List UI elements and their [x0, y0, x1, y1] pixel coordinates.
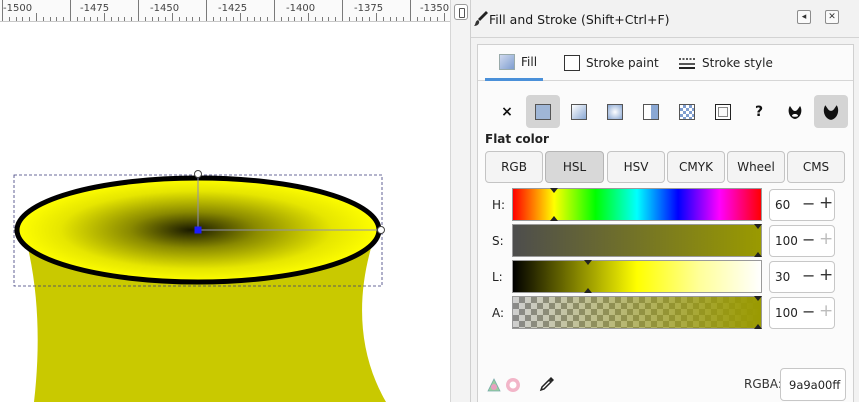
alpha-decrement-button[interactable]: −	[802, 302, 815, 321]
color-mode-cmyk[interactable]: CMYK	[667, 151, 725, 183]
alpha-slider[interactable]	[512, 296, 762, 329]
lightness-slider[interactable]	[512, 260, 762, 293]
lightness-spinbox[interactable]: 30 − +	[769, 261, 835, 293]
mesh-gradient-icon	[643, 103, 659, 120]
tab-fill-label: Fill	[521, 54, 538, 69]
collapse-dialog-button[interactable]: ◂	[797, 10, 811, 24]
gradient-center-handle[interactable]	[194, 226, 202, 234]
fill-rule-evenodd-icon	[788, 105, 802, 119]
color-managed-icon[interactable]	[505, 377, 521, 393]
hue-slider[interactable]	[512, 188, 762, 221]
brush-icon	[474, 11, 488, 26]
lightness-value[interactable]: 30	[775, 270, 790, 284]
eyedropper-icon[interactable]	[538, 375, 556, 393]
flat-color-label: Flat color	[485, 132, 549, 146]
canvas-area[interactable]: -1500 -1475 -1450 -1425 -1400 -1375 -135…	[0, 0, 450, 402]
saturation-slider-marker[interactable]	[754, 252, 762, 257]
fill-stroke-panel: Fill Stroke paint Stroke style × ? Flat …	[477, 44, 854, 402]
hue-decrement-button[interactable]: −	[802, 194, 815, 213]
fill-rule-nonzero-icon	[823, 104, 839, 120]
unset-paint-icon: ?	[754, 103, 764, 120]
tab-stroke-style[interactable]: Stroke style	[678, 45, 773, 81]
tab-stroke-paint-label: Stroke paint	[586, 56, 659, 70]
bottom-icon-group	[486, 375, 556, 397]
pattern-button[interactable]	[670, 95, 704, 128]
alpha-label: A:	[492, 306, 505, 320]
fill-rule-evenodd-button[interactable]	[778, 95, 812, 128]
saturation-decrement-button[interactable]: −	[802, 230, 815, 249]
mesh-gradient-button[interactable]	[634, 95, 668, 128]
saturation-slider[interactable]	[512, 224, 762, 257]
rgba-label: RGBA:	[744, 377, 782, 391]
tab-stroke-paint[interactable]: Stroke paint	[564, 45, 659, 81]
saturation-label: S:	[492, 234, 504, 248]
lightness-slider-marker[interactable]	[584, 288, 592, 293]
radial-gradient-button[interactable]	[598, 95, 632, 128]
color-mode-rgb[interactable]: RGB	[485, 151, 543, 183]
alpha-value[interactable]: 100	[775, 306, 798, 320]
dialog-title: Fill and Stroke (Shift+Ctrl+F)	[489, 12, 670, 27]
lightness-increment-button[interactable]: +	[819, 265, 833, 285]
hue-slider-marker[interactable]	[550, 216, 558, 221]
gradient-handle[interactable]	[377, 226, 385, 234]
swatch-button[interactable]	[706, 95, 740, 128]
fill-rule-nonzero-button[interactable]	[814, 95, 848, 128]
alpha-slider-marker[interactable]	[754, 324, 762, 329]
tab-bar: Fill Stroke paint Stroke style	[478, 45, 853, 81]
alpha-spinbox[interactable]: 100 − +	[769, 297, 835, 329]
saturation-increment-button: +	[819, 229, 834, 249]
saturation-spinbox[interactable]: 100 − +	[769, 225, 835, 257]
no-paint-icon: ×	[501, 103, 513, 120]
alpha-slider-marker[interactable]	[754, 296, 762, 301]
hue-spinbox[interactable]: 60 − +	[769, 189, 835, 221]
fill-tab-icon	[499, 53, 515, 70]
color-mode-cms[interactable]: CMS	[787, 151, 845, 183]
linear-gradient-button[interactable]	[562, 95, 596, 128]
alpha-increment-button: +	[819, 301, 834, 321]
pattern-icon	[679, 103, 695, 120]
tab-stroke-style-label: Stroke style	[702, 56, 773, 70]
stroke-paint-tab-icon	[564, 55, 580, 71]
hue-label: H:	[492, 198, 506, 212]
flat-color-icon	[535, 103, 551, 120]
hue-increment-button[interactable]: +	[819, 193, 833, 213]
no-paint-button[interactable]: ×	[490, 95, 524, 128]
drawing-shape[interactable]	[0, 0, 450, 402]
linear-gradient-icon	[571, 103, 587, 120]
color-mode-wheel[interactable]: Wheel	[727, 151, 785, 183]
stroke-style-tab-icon	[679, 58, 695, 69]
rgba-input[interactable]: 9a9a00ff	[780, 368, 846, 401]
color-mode-hsv[interactable]: HSV	[607, 151, 665, 183]
unset-paint-button[interactable]: ?	[742, 95, 776, 128]
lightness-decrement-button[interactable]: −	[802, 266, 815, 285]
color-mode-hsl[interactable]: HSL	[545, 151, 604, 183]
radial-gradient-icon	[607, 103, 623, 120]
out-of-gamut-icon[interactable]	[486, 377, 502, 393]
dock-strip	[450, 0, 470, 402]
tab-fill[interactable]: Fill	[485, 45, 543, 81]
saturation-slider-marker[interactable]	[754, 224, 762, 229]
gradient-handle[interactable]	[194, 170, 202, 178]
hue-value[interactable]: 60	[775, 198, 790, 212]
close-dialog-button[interactable]: ✕	[825, 10, 839, 24]
flat-color-button[interactable]	[526, 95, 560, 128]
hue-slider-marker[interactable]	[550, 188, 558, 193]
dock-toggle-button[interactable]	[454, 4, 468, 20]
lightness-slider-marker[interactable]	[584, 260, 592, 265]
dialog-title-bar: Fill and Stroke (Shift+Ctrl+F) ◂ ✕	[471, 0, 859, 38]
lightness-label: L:	[492, 270, 503, 284]
swatch-icon	[715, 103, 731, 120]
fill-and-stroke-dialog: Fill and Stroke (Shift+Ctrl+F) ◂ ✕ Fill …	[470, 0, 859, 402]
saturation-value[interactable]: 100	[775, 234, 798, 248]
